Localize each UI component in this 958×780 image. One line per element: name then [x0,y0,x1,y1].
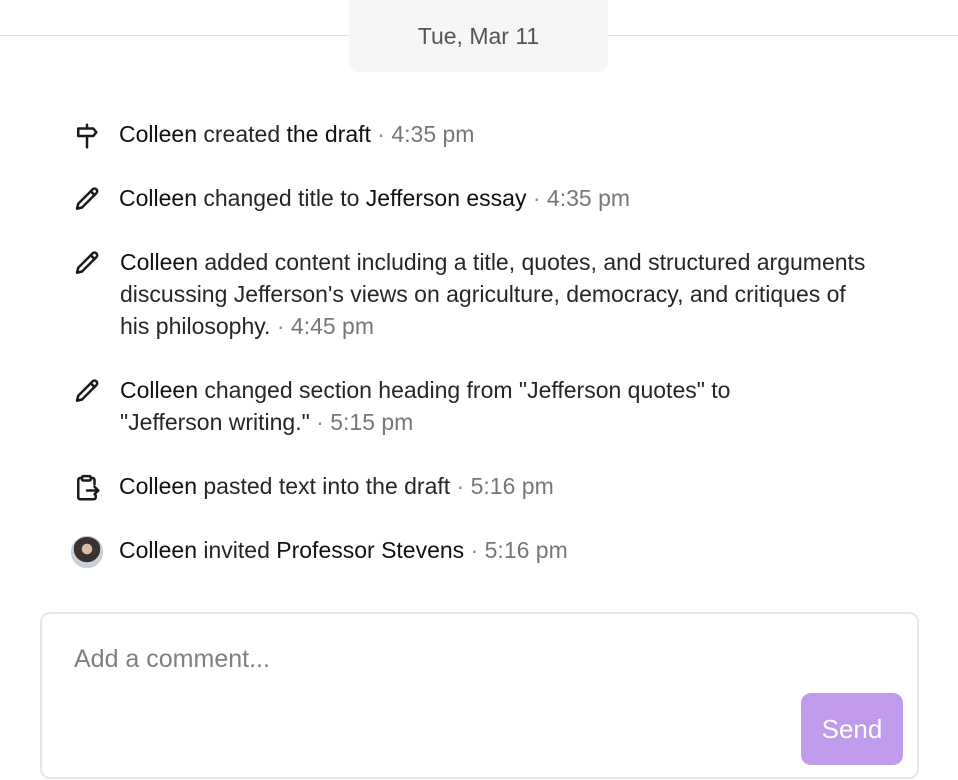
activity-time: 4:35 pm [391,121,475,147]
activity-text: Colleen changed title to Jefferson essay… [119,182,630,214]
signpost-icon [70,119,104,153]
activity-item: Colleen changed title to Jefferson essay… [70,182,900,217]
activity-item: Colleen pasted text into the draft · 5:1… [70,470,900,505]
divider-left [0,35,350,36]
activity-item: Colleen invited Professor Stevens · 5:16… [70,534,900,569]
send-button[interactable]: Send [801,693,903,765]
activity-text: Colleen added content including a title,… [120,246,870,342]
activity-text: Colleen created the draft · 4:35 pm [119,118,474,150]
activity-action: added content including a title, quotes,… [120,249,866,339]
activity-separator: · [370,121,392,147]
activity-target: Jefferson essay [365,185,527,211]
activity-time: 4:35 pm [546,185,631,211]
activity-actor: Colleen [119,473,197,499]
activity-action: created [197,121,287,147]
avatar [70,535,104,569]
activity-separator: · [309,409,331,435]
activity-time: 5:16 pm [470,473,554,499]
activity-text: Colleen pasted text into the draft · 5:1… [119,470,554,502]
comment-input[interactable] [72,644,776,675]
activity-separator: · [464,537,485,563]
activity-actor: Colleen [119,121,197,147]
activity-action: invited [197,537,277,563]
pencil-icon [70,375,104,409]
activity-actor: Colleen [119,537,197,563]
activity-action: changed title to [197,185,366,211]
activity-separator: · [526,185,547,211]
activity-text: Colleen changed section heading from "Je… [120,374,830,438]
activity-target: Professor Stevens [276,537,465,563]
activity-item: Colleen changed section heading from "Je… [70,374,830,438]
pencil-icon [70,247,104,281]
activity-action: pasted text into the draft [197,473,451,499]
date-separator: Tue, Mar 11 [0,0,958,72]
activity-target: the draft [286,121,371,147]
activity-time: 4:45 pm [290,313,375,339]
divider-right [608,35,958,36]
pencil-icon [70,183,104,217]
activity-actor: Colleen [119,185,197,211]
activity-item: Colleen added content including a title,… [70,246,870,342]
activity-separator: · [450,473,471,499]
activity-time: 5:16 pm [484,537,568,563]
activity-action: changed section heading from "Jefferson … [120,377,731,435]
clipboard-paste-icon [70,471,104,505]
activity-actor: Colleen [120,249,198,275]
activity-separator: · [270,313,291,339]
activity-text: Colleen invited Professor Stevens · 5:16… [119,534,568,566]
date-label: Tue, Mar 11 [349,0,608,72]
activity-time: 5:15 pm [330,409,414,435]
activity-actor: Colleen [120,377,198,403]
activity-item: Colleen created the draft · 4:35 pm [70,118,900,153]
comment-composer: Send [40,612,919,779]
user-avatar-image [71,536,103,568]
